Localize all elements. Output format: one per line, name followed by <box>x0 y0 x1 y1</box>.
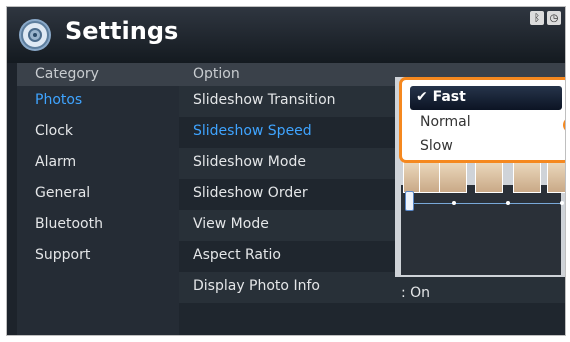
dropdown-item-fast[interactable]: ✔ Fast <box>410 86 562 110</box>
category-item-support[interactable]: Support <box>35 247 90 263</box>
slider-tick <box>452 201 456 205</box>
option-view-mode[interactable]: View Mode <box>193 216 269 232</box>
option-slideshow-transition[interactable]: Slideshow Transition <box>193 92 336 108</box>
option-display-photo-info[interactable]: Display Photo Info <box>193 278 320 294</box>
speed-slider-track <box>405 203 561 204</box>
settings-window: Settings ᛒ ◷ Category Photos Clock Alarm… <box>6 6 566 336</box>
dropdown-item-label: Fast <box>432 89 466 105</box>
dropdown-item-slow[interactable]: Slow <box>420 138 453 154</box>
slider-tick <box>560 201 564 205</box>
dropdown-item-normal[interactable]: Normal <box>420 114 471 130</box>
category-item-general[interactable]: General <box>35 185 90 201</box>
category-column: Category Photos Clock Alarm General Blue… <box>17 63 179 335</box>
header-bar: Settings ᛒ ◷ <box>7 7 565 63</box>
speed-dropdown: ✔ Fast Normal Slow <box>399 77 565 163</box>
display-photo-info-value: : On <box>401 285 431 301</box>
option-slideshow-mode[interactable]: Slideshow Mode <box>193 154 306 170</box>
gear-icon <box>19 19 51 51</box>
category-item-photos[interactable]: Photos <box>35 92 82 108</box>
category-item-bluetooth[interactable]: Bluetooth <box>35 216 103 232</box>
status-icons: ᛒ ◷ <box>530 11 561 25</box>
option-slideshow-order[interactable]: Slideshow Order <box>193 185 308 201</box>
page-title: Settings <box>65 17 179 45</box>
check-icon: ✔ <box>416 89 428 105</box>
speed-slider-handle[interactable] <box>405 191 414 211</box>
option-header: Option <box>193 66 240 82</box>
category-item-alarm[interactable]: Alarm <box>35 154 76 170</box>
option-aspect-ratio[interactable]: Aspect Ratio <box>193 247 281 263</box>
preview-strip <box>401 185 561 275</box>
option-slideshow-speed[interactable]: Slideshow Speed <box>193 123 312 139</box>
clock-icon: ◷ <box>547 11 561 25</box>
slider-tick <box>506 201 510 205</box>
bluetooth-icon: ᛒ <box>530 11 544 25</box>
category-header: Category <box>35 66 99 82</box>
category-item-clock[interactable]: Clock <box>35 123 73 139</box>
